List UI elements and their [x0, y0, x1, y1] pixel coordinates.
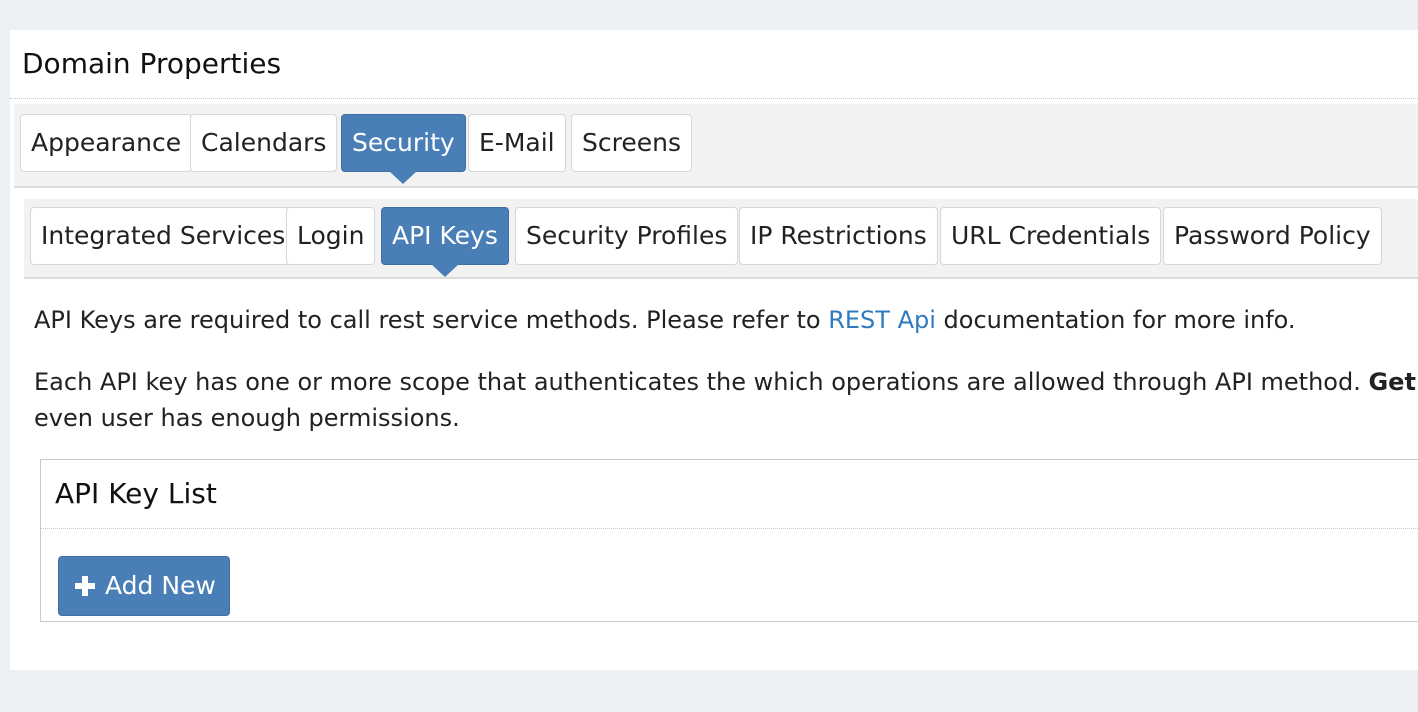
- api-key-list-box: API Key List Add New: [40, 459, 1418, 622]
- intro-text-before: API Keys are required to call rest servi…: [34, 306, 829, 334]
- tab-security-profiles[interactable]: Security Profiles: [515, 207, 739, 265]
- api-scope-description: Each API key has one or more scope that …: [34, 364, 1418, 436]
- tab-email[interactable]: E-Mail: [468, 114, 566, 172]
- tab-url-credentials[interactable]: URL Credentials: [940, 207, 1162, 265]
- main-tab-bar: Appearance Calendars Security E-Mail Scr…: [14, 104, 1418, 188]
- tab-api-keys[interactable]: API Keys: [381, 207, 509, 277]
- plus-icon: [75, 576, 95, 596]
- scope-text: Each API key has one or more scope that …: [34, 368, 1369, 396]
- tab-integrated-services[interactable]: Integrated Services: [30, 207, 297, 265]
- title-divider: [10, 98, 1418, 99]
- tab-screens[interactable]: Screens: [571, 114, 692, 172]
- rest-api-link[interactable]: REST Api: [828, 306, 936, 334]
- security-sub-tab-bar: Integrated Services Login API Keys Secur…: [24, 199, 1418, 279]
- scope-text-line2: even user has enough permissions.: [34, 404, 460, 432]
- scope-bold-text: Get: [1368, 368, 1416, 396]
- tab-password-policy[interactable]: Password Policy: [1163, 207, 1382, 265]
- intro-text-after: documentation for more info.: [935, 306, 1296, 334]
- api-key-list-divider: [41, 528, 1418, 529]
- api-keys-intro: API Keys are required to call rest servi…: [34, 302, 1296, 338]
- tab-security[interactable]: Security: [341, 114, 466, 184]
- tab-calendars[interactable]: Calendars: [190, 114, 338, 172]
- add-new-button[interactable]: Add New: [58, 556, 230, 616]
- tab-login[interactable]: Login: [286, 207, 376, 265]
- api-key-list-title: API Key List: [55, 477, 217, 510]
- add-new-label: Add New: [105, 571, 216, 600]
- domain-properties-panel: Domain Properties Appearance Calendars S…: [10, 30, 1418, 670]
- tab-ip-restrictions[interactable]: IP Restrictions: [739, 207, 938, 265]
- tab-appearance[interactable]: Appearance: [20, 114, 193, 172]
- panel-title: Domain Properties: [22, 47, 282, 80]
